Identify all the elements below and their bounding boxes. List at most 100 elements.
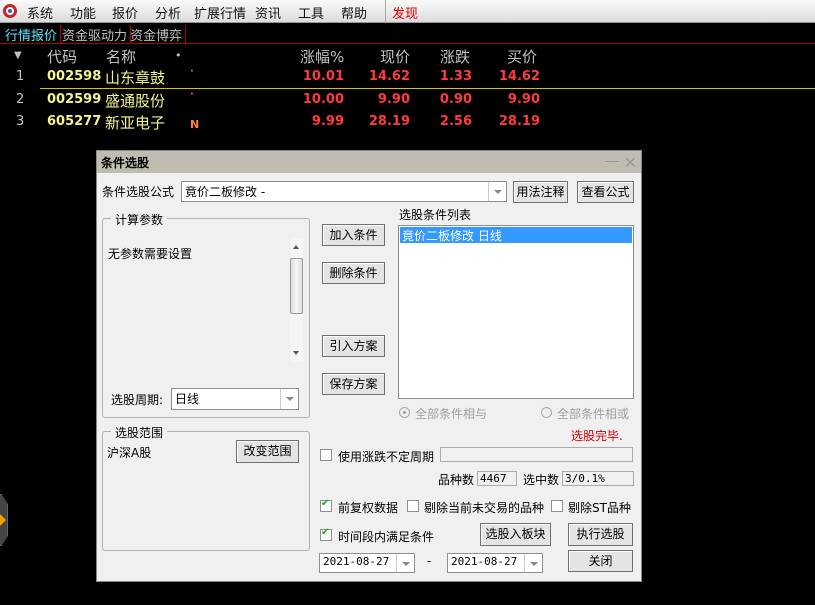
radio-or[interactable] — [541, 407, 552, 418]
total-label: 品种数 — [438, 473, 475, 487]
exclude-untraded-checkbox[interactable] — [407, 500, 419, 512]
date-separator: - — [427, 554, 432, 568]
view-formula-button[interactable]: 查看公式 — [577, 181, 634, 203]
stock-name: 盛通股份 — [105, 92, 166, 110]
usage-notes-button[interactable]: 用法注释 — [513, 181, 568, 203]
stock-pct: 10.01 — [302, 69, 344, 84]
formula-label: 条件选股公式 — [102, 185, 175, 199]
execute-button[interactable]: 执行选股 — [568, 523, 633, 546]
delete-condition-button[interactable]: 删除条件 — [322, 262, 385, 284]
menu-tools[interactable]: 工具 — [298, 3, 324, 22]
menu-help[interactable]: 帮助 — [341, 3, 367, 22]
date-from-value: 2021-08-27 — [323, 555, 390, 568]
stock-flag: · — [190, 66, 194, 77]
row-index: 1 — [16, 69, 25, 84]
tab-fund-drive[interactable]: 资金驱动力 — [59, 25, 132, 44]
stock-price: 14.62 — [368, 69, 410, 84]
side-expand-handle[interactable] — [0, 494, 8, 546]
period-value: 日线 — [175, 392, 200, 406]
scroll-thumb[interactable] — [290, 258, 303, 314]
date-from-select[interactable]: 2021-08-27 — [319, 553, 415, 573]
period-select[interactable]: 日线 — [171, 388, 299, 410]
condition-list-label: 选股条件列表 — [399, 208, 472, 222]
exclude-st-label: 剔除ST品种 — [568, 501, 631, 515]
header-name[interactable]: 名称 — [106, 46, 136, 67]
period-label: 选股周期: — [111, 393, 164, 407]
list-item[interactable]: 竟价二板修改 日线 — [400, 227, 632, 243]
close-icon[interactable]: ✕ — [624, 153, 637, 172]
exclude-untraded-label: 剔除当前未交易的品种 — [424, 501, 545, 515]
menu-function[interactable]: 功能 — [70, 3, 96, 22]
stock-code: 002599 — [47, 92, 102, 107]
menu-system[interactable]: 系统 — [27, 3, 53, 22]
change-scope-button[interactable]: 改变范围 — [236, 440, 299, 463]
fq-checkbox[interactable] — [320, 498, 332, 512]
tab-quote[interactable]: 行情报价 — [2, 25, 62, 44]
stock-change: 2.56 — [439, 114, 472, 129]
stock-bid: 28.19 — [498, 114, 540, 129]
close-button[interactable]: 关闭 — [568, 550, 633, 572]
stock-flag: · — [190, 89, 194, 100]
menu-quote[interactable]: 报价 — [112, 3, 138, 22]
stock-pct: 9.99 — [311, 114, 344, 129]
stock-price: 28.19 — [368, 114, 410, 129]
menu-analysis[interactable]: 分析 — [155, 3, 181, 22]
header-price[interactable]: 现价 — [380, 46, 410, 67]
save-plan-button[interactable]: 保存方案 — [322, 373, 385, 395]
minimize-icon[interactable] — [605, 161, 619, 162]
header-pct[interactable]: 涨幅% — [300, 46, 344, 67]
period-field — [440, 447, 633, 462]
radio-and-label: 全部条件相与 — [415, 407, 488, 421]
header-bid[interactable]: 买价 — [507, 46, 537, 67]
header-change[interactable]: 涨跌 — [440, 46, 470, 67]
formula-value: 竟价二板修改 - — [185, 185, 266, 199]
selected-value: 3/0.1% — [562, 471, 634, 486]
radio-or-label: 全部条件相或 — [557, 407, 630, 421]
stock-change: 1.33 — [439, 69, 472, 84]
stock-screener-dialog: 条件选股 ✕ 条件选股公式 竟价二板修改 - 用法注释 查看公式 计算参数 无参… — [96, 150, 642, 582]
header-code[interactable]: 代码 — [47, 46, 77, 67]
to-block-button[interactable]: 选股入板块 — [480, 523, 551, 546]
import-plan-button[interactable]: 引入方案 — [322, 335, 385, 357]
sort-arrow-icon[interactable]: ▼ — [14, 50, 22, 61]
row-index: 2 — [16, 92, 25, 107]
chevron-down-icon[interactable] — [396, 554, 414, 572]
date-to-value: 2021-08-27 — [451, 555, 518, 568]
app-logo-icon[interactable] — [3, 4, 17, 18]
exclude-st-checkbox[interactable] — [551, 500, 563, 512]
status-text: 选股完毕. — [571, 429, 623, 443]
params-group: 计算参数 无参数需要设置 选股周期: 日线 — [102, 211, 310, 418]
menu-discover[interactable]: 发现 — [385, 0, 424, 23]
menu-extended[interactable]: 扩展行情 — [194, 3, 246, 22]
selected-label: 选中数 — [523, 473, 560, 487]
menu-bar: 系统 功能 报价 分析 扩展行情 资讯 工具 帮助 发现 — [0, 0, 815, 23]
date-to-select[interactable]: 2021-08-27 — [447, 553, 543, 573]
chevron-down-icon[interactable] — [280, 389, 298, 409]
formula-select[interactable]: 竟价二板修改 - — [181, 181, 507, 202]
menu-news[interactable]: 资讯 — [255, 3, 281, 22]
timerange-checkbox[interactable] — [320, 527, 332, 541]
scroll-down-icon[interactable] — [293, 351, 299, 355]
use-period-checkbox[interactable] — [320, 449, 332, 461]
stock-price: 9.90 — [377, 92, 410, 107]
scroll-up-icon[interactable] — [293, 245, 299, 249]
timerange-label: 时间段内满足条件 — [338, 530, 435, 544]
total-value: 4467 — [477, 471, 517, 486]
params-scrollbar[interactable] — [290, 238, 303, 362]
stock-name: 新亚电子 — [105, 114, 166, 132]
tab-fund-game[interactable]: 资金博弈 — [127, 25, 187, 44]
chevron-down-icon[interactable] — [488, 182, 506, 201]
scope-group-label: 选股范围 — [111, 424, 168, 441]
add-condition-button[interactable]: 加入条件 — [322, 224, 385, 246]
dialog-title[interactable]: 条件选股 — [97, 151, 641, 173]
stock-pct: 10.00 — [302, 92, 344, 107]
selection-line — [40, 88, 815, 89]
chevron-down-icon[interactable] — [524, 554, 542, 572]
row-index: 3 — [16, 114, 25, 129]
condition-list[interactable]: 竟价二板修改 日线 — [398, 225, 634, 399]
arrow-right-icon — [0, 514, 6, 526]
stock-name: 山东章鼓 — [105, 69, 166, 87]
stock-code: 605277 — [47, 114, 102, 129]
radio-and[interactable] — [399, 407, 410, 418]
params-text: 无参数需要设置 — [108, 247, 193, 261]
